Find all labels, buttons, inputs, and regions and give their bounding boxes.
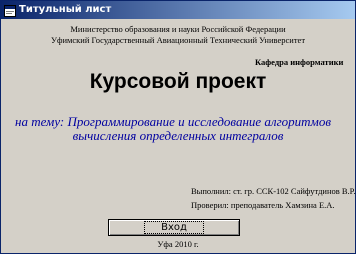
department-label: Кафедра информатики bbox=[255, 57, 344, 67]
university-label: Уфимский Государственный Авиационный Тех… bbox=[50, 35, 306, 45]
title-bar[interactable]: Титульный лист bbox=[1, 1, 355, 19]
project-title: Курсовой проект bbox=[89, 70, 267, 93]
ministry-label: Министерство образования и науки Российс… bbox=[70, 24, 286, 34]
title-page-window: Титульный лист Министерство образования … bbox=[0, 0, 356, 254]
form-client-area: Министерство образования и науки Российс… bbox=[4, 22, 356, 250]
enter-button-label: Вход bbox=[144, 221, 204, 234]
app-form-icon bbox=[4, 4, 16, 17]
city-year-label: Уфа 2010 г. bbox=[157, 239, 199, 249]
window-title: Титульный лист bbox=[19, 4, 112, 15]
enter-button[interactable]: Вход bbox=[108, 219, 240, 236]
checked-by-label: Проверил: преподаватель Хамзина Е.А. bbox=[191, 200, 335, 210]
topic-line-2: вычисления определенных интегралов bbox=[72, 128, 284, 143]
performed-by-label: Выполнил: ст. гр. ССК-102 Сайфутдинов В.… bbox=[191, 186, 356, 196]
topic-line-1: на тему: Программирование и исследование… bbox=[15, 114, 331, 129]
